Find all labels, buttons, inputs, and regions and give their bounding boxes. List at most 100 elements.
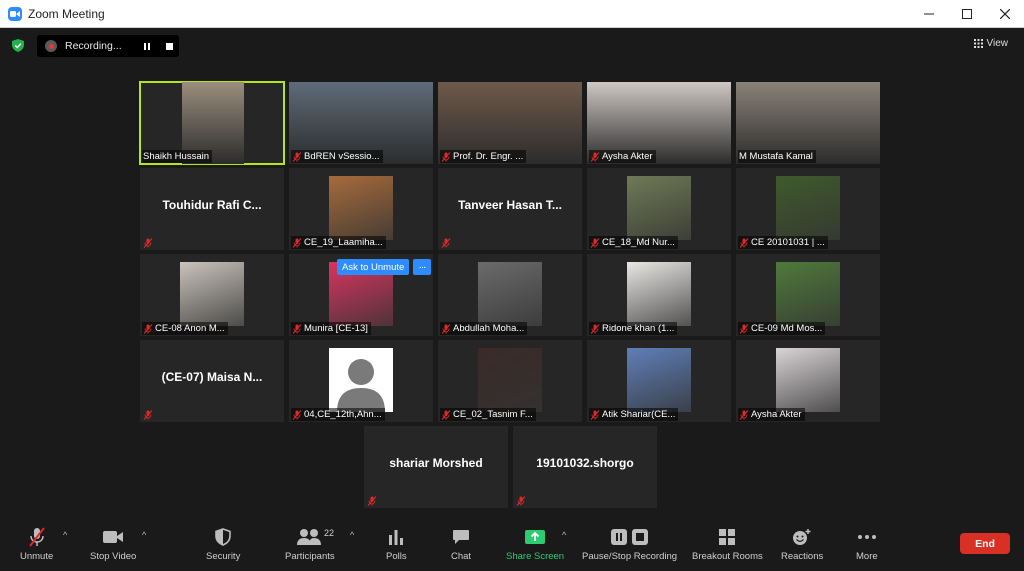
participant-tile[interactable]: BdREN vSessio... (289, 82, 433, 164)
participant-display-name: 19101032.shorgo (536, 456, 634, 470)
participant-photo (776, 348, 840, 412)
unmute-button[interactable]: Unmute (20, 526, 53, 566)
participant-tile[interactable]: CE-08 Anon M... (140, 254, 284, 336)
participant-name-label: CE_18_Md Nur... (589, 236, 678, 249)
participants-icon (296, 526, 323, 548)
reactions-label: Reactions (781, 551, 824, 562)
participant-photo (776, 262, 840, 326)
participant-photo (627, 262, 691, 326)
participant-tile[interactable]: (CE-07) Maisa N... (140, 340, 284, 422)
muted-mic-icon (367, 495, 377, 506)
minimize-button[interactable] (910, 0, 948, 28)
participant-tile[interactable]: CE 20101031 | ... (736, 168, 880, 250)
muted-mic-icon (292, 323, 302, 334)
minimize-icon (924, 13, 934, 15)
muted-mic-icon (292, 151, 302, 162)
muted-mic-icon (590, 151, 600, 162)
participant-tile[interactable]: 19101032.shorgo (513, 426, 657, 508)
muted-mic-icon (441, 151, 451, 162)
meeting-toolbar: Unmute ^ Stop Video ^ Security Participa… (0, 520, 1024, 571)
polls-button[interactable]: Polls (386, 526, 407, 566)
muted-mic-icon (739, 323, 749, 334)
muted-mic-icon (441, 323, 451, 334)
participant-tile[interactable]: Prof. Dr. Engr. ... (438, 82, 582, 164)
pause-stop-recording-button[interactable]: Pause/Stop Recording (582, 526, 677, 566)
participant-tile[interactable]: Touhidur Rafi C... (140, 168, 284, 250)
breakout-rooms-button[interactable]: Breakout Rooms (692, 526, 763, 566)
participant-photo (180, 262, 244, 326)
security-shield-icon (215, 526, 231, 548)
participant-name: CE-08 Anon M... (155, 323, 225, 334)
participant-tile[interactable]: CE_18_Md Nur... (587, 168, 731, 250)
participant-tile[interactable]: shariar Morshed (364, 426, 508, 508)
participant-name-label: CE 20101031 | ... (738, 236, 828, 249)
participant-name-label: 04,CE_12th,Ahn... (291, 408, 385, 421)
recording-dot-icon (45, 40, 57, 52)
participant-tile[interactable]: Aysha Akter (587, 82, 731, 164)
view-label: View (986, 38, 1009, 49)
participant-tile[interactable]: CE_02_Tasnim F... (438, 340, 582, 422)
muted-mic-icon (739, 237, 749, 248)
share-screen-icon (525, 526, 546, 548)
participant-name: CE_18_Md Nur... (602, 237, 675, 248)
window-title: Zoom Meeting (28, 6, 105, 21)
participants-label: Participants (285, 551, 335, 562)
polls-label: Polls (386, 551, 407, 562)
participant-tile[interactable]: Tanveer Hasan T... (438, 168, 582, 250)
participant-name: Ridone khan (1... (602, 323, 675, 334)
participant-name: CE 20101031 | ... (751, 237, 825, 248)
participant-name: M Mustafa Kamal (739, 151, 813, 162)
muted-mic-icon (516, 495, 526, 506)
participant-name-label: CE-08 Anon M... (142, 322, 228, 335)
polls-icon (388, 526, 404, 548)
participant-tile[interactable]: M Mustafa Kamal (736, 82, 880, 164)
chat-label: Chat (451, 551, 472, 562)
participant-photo (776, 176, 840, 240)
muted-mic-icon (143, 409, 153, 420)
window-titlebar: Zoom Meeting (0, 0, 1024, 28)
tile-more-options-button[interactable]: ··· (413, 259, 431, 275)
participant-name: Abdullah Moha... (453, 323, 525, 334)
unmute-label: Unmute (20, 551, 54, 562)
participant-tile[interactable]: Atik Shariar(CE... (587, 340, 731, 422)
participant-tile[interactable]: Ridone khan (1... (587, 254, 731, 336)
participant-tile[interactable]: Shaikh Hussain (139, 81, 285, 165)
participant-tile[interactable]: 04,CE_12th,Ahn... (289, 340, 433, 422)
audio-options-caret[interactable]: ^ (63, 530, 67, 540)
ask-to-unmute-button[interactable]: Ask to Unmute (337, 259, 410, 275)
share-options-caret[interactable]: ^ (562, 530, 566, 540)
maximize-button[interactable] (948, 0, 986, 28)
participant-name: 04,CE_12th,Ahn... (304, 409, 382, 420)
participant-name: CE_02_Tasnim F... (453, 409, 533, 420)
participant-name-label: Shaikh Hussain (142, 150, 213, 163)
close-button[interactable] (986, 0, 1024, 28)
stop-recording-button[interactable] (163, 40, 175, 52)
participant-tile[interactable]: CE_19_Laamiha... (289, 168, 433, 250)
muted-mic-icon (590, 409, 600, 420)
stop-video-button[interactable]: Stop Video (90, 526, 136, 566)
end-meeting-button[interactable]: End (960, 533, 1010, 554)
participant-display-name: (CE-07) Maisa N... (161, 370, 263, 384)
share-screen-button[interactable]: Share Screen (506, 526, 564, 566)
chat-button[interactable]: Chat (451, 526, 471, 566)
muted-mic-icon (26, 526, 48, 548)
more-button[interactable]: More (856, 526, 878, 566)
muted-mic-icon (739, 409, 749, 420)
muted-mic-icon (590, 323, 600, 334)
participant-tile[interactable]: Aysha Akter (736, 340, 880, 422)
security-button[interactable]: Security (206, 526, 240, 566)
participant-display-name: Tanveer Hasan T... (458, 198, 562, 212)
participant-photo (478, 262, 542, 326)
participant-tile[interactable]: Abdullah Moha... (438, 254, 582, 336)
view-button[interactable]: View (973, 38, 1009, 49)
participants-options-caret[interactable]: ^ (350, 530, 354, 540)
participant-tile[interactable]: CE-09 Md Mos... (736, 254, 880, 336)
encryption-shield-icon[interactable] (12, 39, 24, 52)
meeting-stage: Recording... View Shaikh Hussain BdREN vS… (0, 29, 1024, 520)
participant-name-label (142, 236, 156, 249)
pause-recording-button[interactable] (141, 40, 153, 52)
muted-mic-icon (143, 323, 153, 334)
reactions-button[interactable]: Reactions (781, 526, 823, 566)
video-options-caret[interactable]: ^ (142, 530, 146, 540)
chat-bubble-icon (452, 526, 470, 548)
